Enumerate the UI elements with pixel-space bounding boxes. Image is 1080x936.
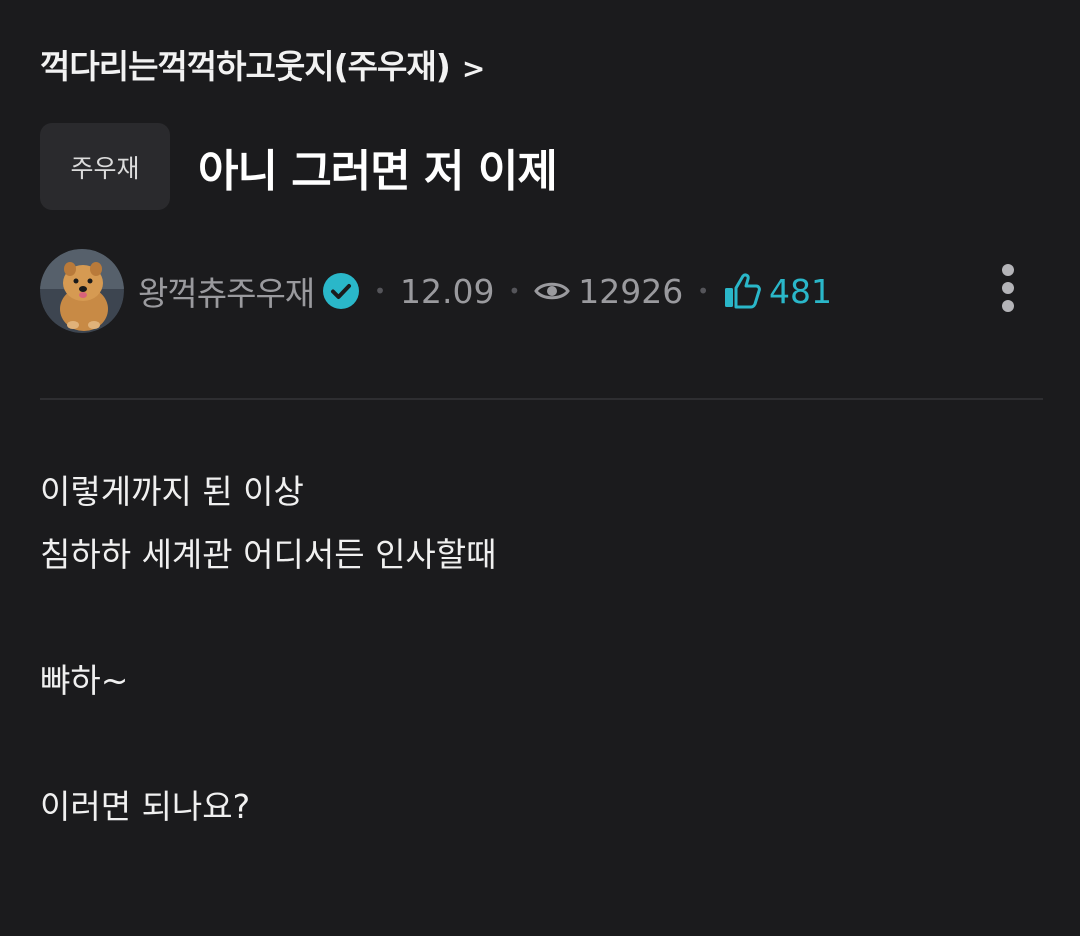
body-line <box>40 586 497 649</box>
more-dot <box>1002 282 1014 294</box>
views-value: 12926 <box>578 271 684 311</box>
title-row: 주우재 아니 그러면 저 이제 <box>40 123 558 210</box>
body-line: 뺘하~ <box>40 661 129 700</box>
avatar[interactable] <box>40 249 124 333</box>
post-page: 꺽다리는꺽꺽하고웃지(주우재) > 주우재 아니 그러면 저 이제 왕꺽츄주우재 <box>0 0 1080 936</box>
thumbs-up-icon <box>725 273 761 309</box>
view-count: 12926 <box>534 272 683 311</box>
author-name[interactable]: 왕꺽츄주우재 <box>138 267 315 315</box>
post-meta: 왕꺽츄주우재 • 12.09 • 12926 • 481 <box>40 248 1040 334</box>
chevron-right-icon: > <box>461 52 485 85</box>
separator-dot: • <box>374 279 386 303</box>
post-date: 12.09 <box>399 271 495 311</box>
body-line: 침하하 세계관 어디서든 인사할때 <box>40 535 497 574</box>
body-line <box>40 712 497 775</box>
like-button[interactable]: 481 <box>723 272 832 311</box>
category-tag[interactable]: 주우재 <box>40 123 170 210</box>
body-line: 이러면 되나요? <box>40 787 251 826</box>
post-body: 이렇게까지 된 이상 침하하 세계관 어디서든 인사할때 뺘하~ 이러면 되나요… <box>40 460 497 838</box>
more-vertical-icon[interactable] <box>996 264 1020 312</box>
more-dot <box>1002 264 1014 276</box>
body-line: 이렇게까지 된 이상 <box>40 472 304 511</box>
eye-icon <box>534 282 571 300</box>
likes-value: 481 <box>769 271 833 311</box>
post-title: 아니 그러면 저 이제 <box>198 145 558 197</box>
more-dot <box>1002 300 1014 312</box>
separator-dot: • <box>508 279 521 303</box>
divider <box>40 398 1043 400</box>
verified-check-icon <box>323 273 360 309</box>
board-name: 꺽다리는꺽꺽하고웃지(주우재) <box>40 47 451 86</box>
separator-dot: • <box>697 279 710 303</box>
board-link[interactable]: 꺽다리는꺽꺽하고웃지(주우재) > <box>40 40 485 88</box>
